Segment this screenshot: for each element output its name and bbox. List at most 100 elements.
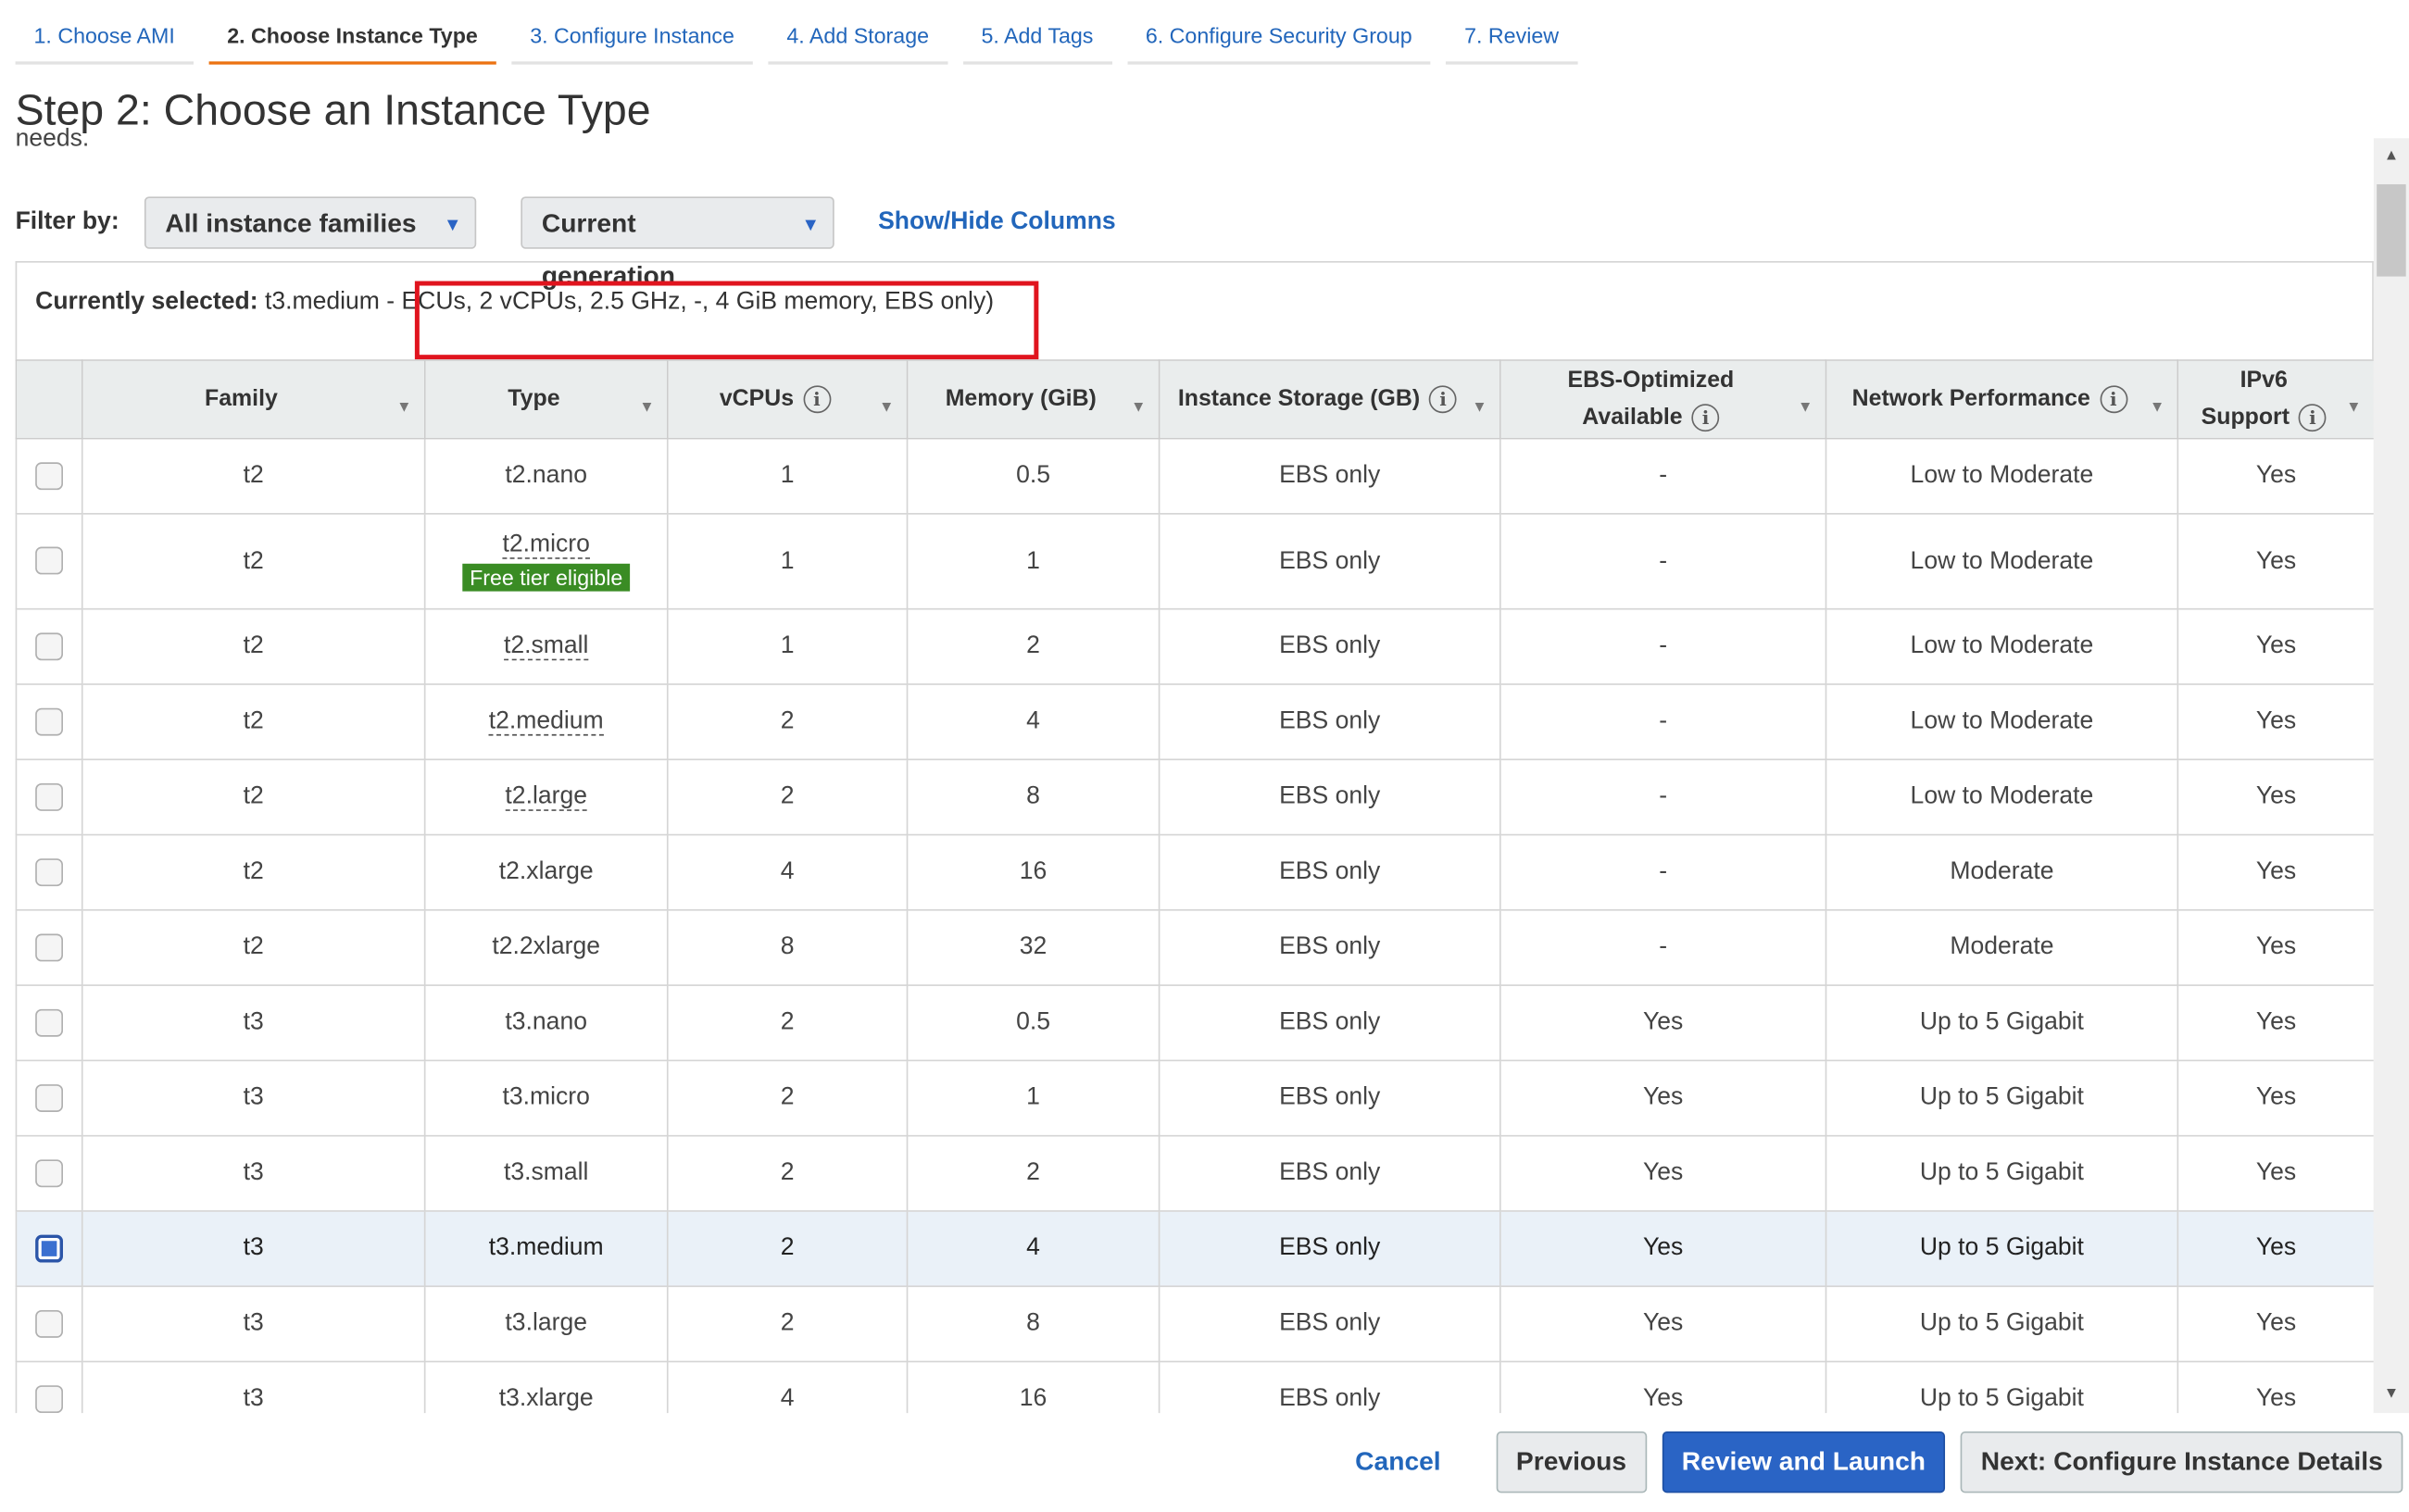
cell-storage: EBS only — [1158, 909, 1501, 986]
row-checkbox[interactable] — [35, 547, 64, 576]
cell-storage: EBS only — [1158, 1059, 1501, 1137]
header-ipv6-support[interactable]: IPv6 Support i ▼ — [2177, 359, 2374, 440]
row-checkbox[interactable] — [35, 1385, 64, 1413]
table-row[interactable]: t3 t3.large 2 8 EBS only Yes Up to 5 Gig… — [15, 1285, 2374, 1363]
table-row-selected[interactable]: t3 t3.medium 2 4 EBS only Yes Up to 5 Gi… — [15, 1210, 2374, 1288]
header-instance-storage[interactable]: Instance Storage (GB) i ▼ — [1158, 359, 1501, 440]
cell-network: Up to 5 Gigabit — [1825, 984, 2179, 1062]
sort-icon: ▼ — [1131, 399, 1147, 417]
instance-type-link[interactable]: t2.medium — [488, 708, 604, 736]
generation-select[interactable]: Current generation ▼ — [520, 196, 834, 291]
table-row[interactable]: t2 t2.large 2 8 EBS only - Low to Modera… — [15, 758, 2374, 836]
tab-configure-instance[interactable]: 3. Configure Instance — [511, 0, 753, 65]
cell-network: Low to Moderate — [1825, 683, 2179, 761]
tab-add-tags[interactable]: 5. Add Tags — [962, 0, 1112, 65]
cell-storage: EBS only — [1158, 758, 1501, 836]
scroll-up-arrow-icon[interactable]: ▲ — [2374, 142, 2409, 172]
cell-network: Up to 5 Gigabit — [1825, 1059, 2179, 1137]
cell-network: Moderate — [1825, 833, 2179, 911]
sort-icon: ▼ — [396, 399, 412, 417]
table-row[interactable]: t3 t3.micro 2 1 EBS only Yes Up to 5 Gig… — [15, 1059, 2374, 1137]
tab-configure-security-group[interactable]: 6. Configure Security Group — [1126, 0, 1431, 65]
row-checkbox[interactable] — [35, 1159, 64, 1188]
tab-review[interactable]: 7. Review — [1446, 0, 1577, 65]
info-icon[interactable]: i — [2099, 385, 2127, 414]
cell-family: t3 — [81, 1285, 426, 1363]
previous-button[interactable]: Previous — [1496, 1431, 1647, 1493]
info-icon[interactable]: i — [2298, 404, 2327, 432]
row-checkbox[interactable] — [35, 933, 64, 962]
tab-add-storage[interactable]: 4. Add Storage — [768, 0, 947, 65]
cell-family: t3 — [81, 1134, 426, 1212]
info-icon[interactable]: i — [803, 385, 831, 414]
header-family[interactable]: Family ▼ — [81, 359, 426, 440]
cell-storage: EBS only — [1158, 1285, 1501, 1363]
sort-icon: ▼ — [1472, 399, 1487, 417]
row-checkbox[interactable] — [35, 782, 64, 811]
header-network-performance[interactable]: Network Performance i ▼ — [1825, 359, 2179, 440]
info-icon[interactable]: i — [1691, 404, 1720, 432]
row-checkbox[interactable] — [35, 858, 64, 886]
row-checkbox[interactable] — [35, 1008, 64, 1037]
current-selection-label: Currently selected: — [35, 288, 258, 316]
table-row[interactable]: t3 t3.small 2 2 EBS only Yes Up to 5 Gig… — [15, 1134, 2374, 1212]
cell-vcpus: 8 — [666, 909, 909, 986]
instance-type-link[interactable]: t2.small — [503, 632, 589, 661]
table-row[interactable]: t2 t2.medium 2 4 EBS only - Low to Moder… — [15, 683, 2374, 761]
cancel-button[interactable]: Cancel — [1355, 1447, 1440, 1478]
cell-storage: EBS only — [1158, 683, 1501, 761]
cell-ipv6: Yes — [2177, 1210, 2374, 1288]
cell-ipv6: Yes — [2177, 833, 2374, 911]
cell-storage: EBS only — [1158, 607, 1501, 685]
cell-type: t3.medium — [423, 1210, 669, 1288]
next-configure-instance-button[interactable]: Next: Configure Instance Details — [1961, 1431, 2403, 1493]
table-row[interactable]: t2 t2.small 1 2 EBS only - Low to Modera… — [15, 607, 2374, 685]
instance-type-link[interactable]: t2.micro — [502, 531, 590, 558]
cell-ebs: - — [1499, 437, 1827, 515]
row-checkbox[interactable] — [35, 632, 64, 661]
review-and-launch-button[interactable]: Review and Launch — [1662, 1431, 1946, 1493]
cell-storage: EBS only — [1158, 513, 1501, 610]
tab-choose-ami[interactable]: 1. Choose AMI — [15, 0, 194, 65]
header-memory[interactable]: Memory (GiB) ▼ — [906, 359, 1161, 440]
cell-network: Up to 5 Gigabit — [1825, 1134, 2179, 1212]
header-vcpus[interactable]: vCPUs i ▼ — [666, 359, 909, 440]
chevron-down-icon: ▼ — [443, 213, 462, 235]
current-selection-instance: t3.medium — [264, 288, 380, 316]
row-checkbox[interactable] — [35, 462, 64, 490]
instance-family-select[interactable]: All instance families ▼ — [144, 196, 476, 249]
table-row[interactable]: t2 t2.nano 1 0.5 EBS only - Low to Moder… — [15, 437, 2374, 515]
sort-icon: ▼ — [878, 399, 895, 417]
info-icon[interactable]: i — [1429, 385, 1457, 414]
table-row[interactable]: t2 t2.xlarge 4 16 EBS only - Moderate Ye… — [15, 833, 2374, 911]
row-checkbox[interactable] — [35, 1309, 64, 1338]
filter-bar: Filter by: All instance families ▼ Curre… — [16, 196, 1116, 291]
header-ebs-optimized[interactable]: EBS-Optimized Available i ▼ — [1499, 359, 1827, 440]
cell-family: t3 — [81, 984, 426, 1062]
instance-type-link[interactable]: t2.large — [505, 783, 587, 811]
cell-family: t2 — [81, 513, 426, 610]
scrollbar-thumb[interactable] — [2377, 184, 2406, 277]
table-row[interactable]: t3 t3.nano 2 0.5 EBS only Yes Up to 5 Gi… — [15, 984, 2374, 1062]
cell-family: t2 — [81, 683, 426, 761]
row-checkbox[interactable] — [35, 707, 64, 736]
cell-memory: 8 — [906, 1285, 1161, 1363]
cell-network: Up to 5 Gigabit — [1825, 1360, 2179, 1414]
table-header-row: Family ▼ Type ▼ vCPUs i ▼ Memory (GiB) ▼ Inst… — [15, 359, 2374, 440]
vertical-scrollbar[interactable]: ▲ ▼ — [2373, 138, 2409, 1414]
cell-vcpus: 2 — [666, 1210, 909, 1288]
table-row[interactable]: t2 t2.2xlarge 8 32 EBS only - Moderate Y… — [15, 909, 2374, 986]
scroll-down-arrow-icon[interactable]: ▼ — [2374, 1380, 2409, 1410]
row-checkbox-checked[interactable] — [35, 1234, 64, 1263]
table-row[interactable]: t3 t3.xlarge 4 16 EBS only Yes Up to 5 G… — [15, 1360, 2374, 1414]
cell-memory: 1 — [906, 513, 1161, 610]
tab-choose-instance-type[interactable]: 2. Choose Instance Type — [208, 0, 496, 65]
show-hide-columns-link[interactable]: Show/Hide Columns — [878, 209, 1116, 237]
header-storage-label: Instance Storage (GB) — [1177, 385, 1421, 412]
header-type[interactable]: Type ▼ — [423, 359, 669, 440]
cell-type: t3.micro — [423, 1059, 669, 1137]
cell-ipv6: Yes — [2177, 1285, 2374, 1363]
cell-type: t3.large — [423, 1285, 669, 1363]
table-row[interactable]: t2 t2.micro Free tier eligible 1 1 EBS o… — [15, 513, 2374, 610]
row-checkbox[interactable] — [35, 1083, 64, 1112]
